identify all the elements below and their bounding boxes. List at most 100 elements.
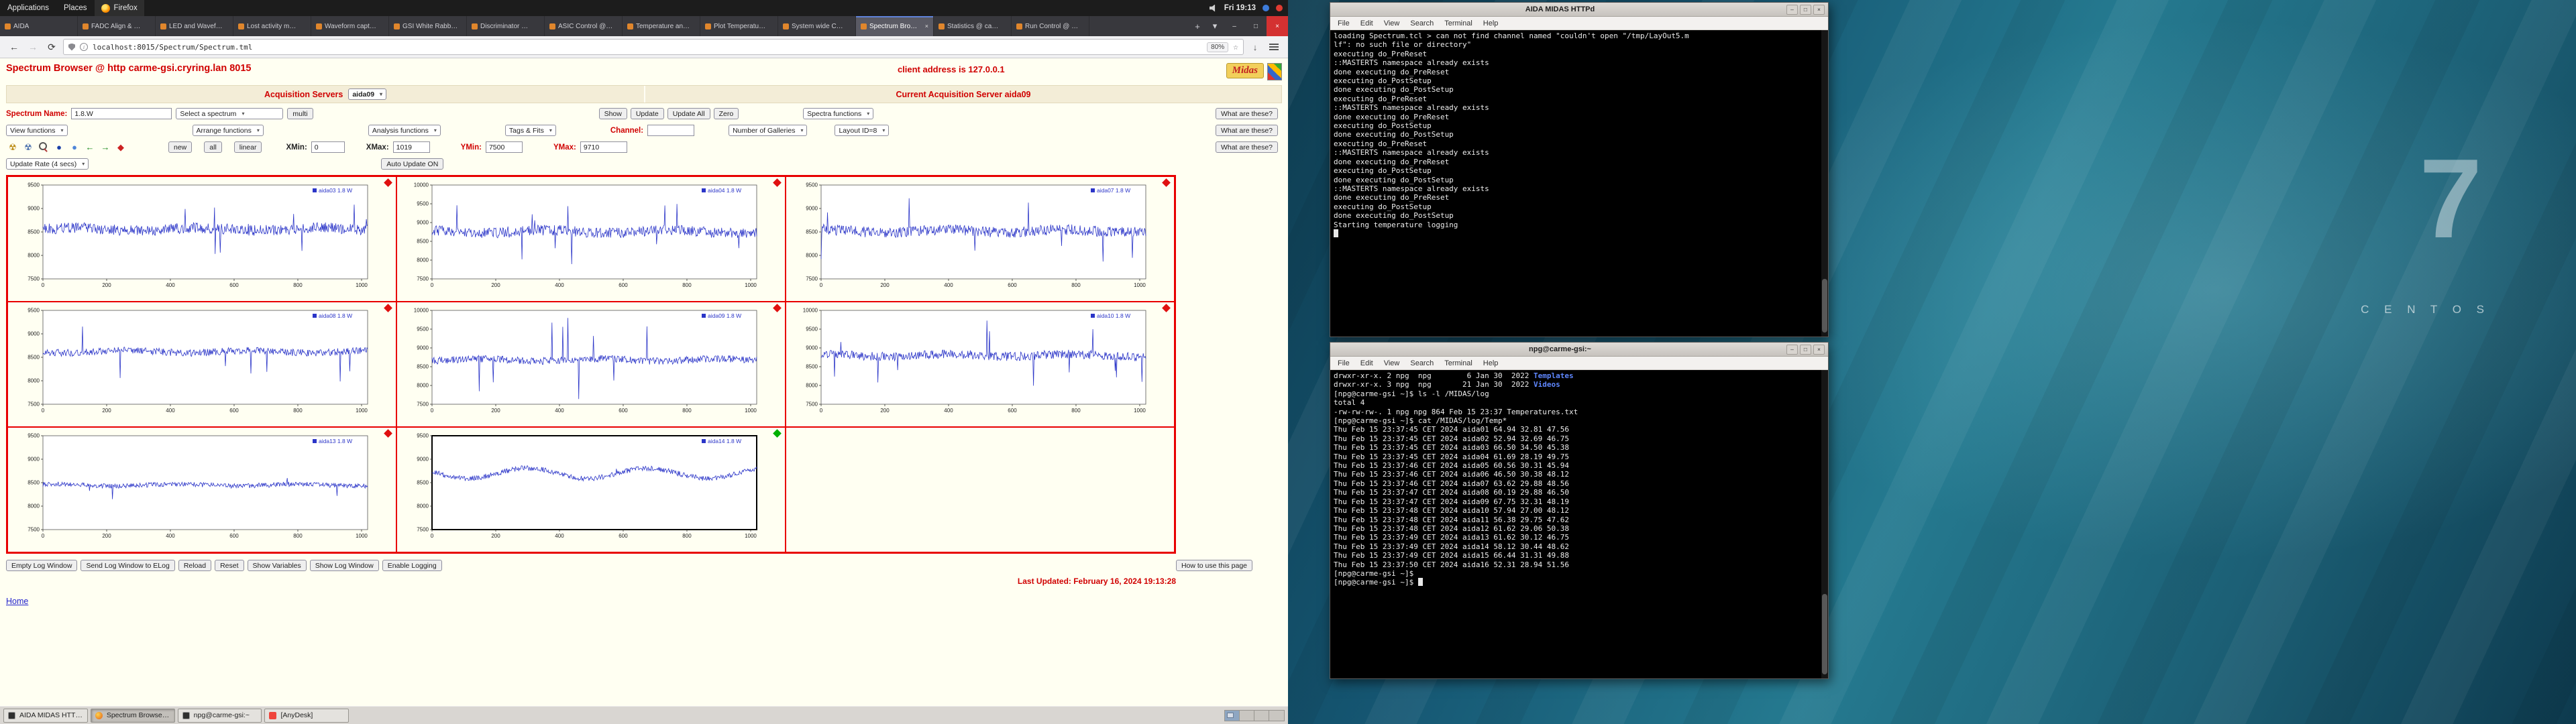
menu-item[interactable]: Terminal bbox=[1439, 19, 1478, 27]
downloads-icon[interactable] bbox=[1248, 40, 1263, 54]
galleries-dropdown[interactable]: Number of Galleries ▾ bbox=[729, 125, 808, 136]
menu-item[interactable]: File bbox=[1332, 19, 1355, 27]
how-to-use-button[interactable]: How to use this page bbox=[1175, 560, 1252, 571]
scrollbar[interactable] bbox=[1821, 30, 1828, 337]
browser-tab[interactable]: Waveform capt… × bbox=[311, 16, 389, 36]
maximize-button[interactable]: □ bbox=[1800, 4, 1811, 15]
menu-item[interactable]: Edit bbox=[1355, 359, 1379, 367]
zoom-reset-icon[interactable]: ◆ bbox=[114, 141, 127, 153]
close-button[interactable]: × bbox=[1813, 4, 1825, 15]
zoom-level[interactable]: 80% bbox=[1207, 42, 1229, 52]
terminal-output[interactable]: drwxr-xr-x. 2 npg npg 6 Jan 30 2022 Temp… bbox=[1330, 370, 1828, 678]
axis-button[interactable]: new bbox=[168, 141, 193, 153]
menu-item[interactable]: Help bbox=[1478, 359, 1504, 367]
browser-tab[interactable]: Statistics @ ca… × bbox=[934, 16, 1012, 36]
forward-icon[interactable]: → bbox=[25, 40, 40, 54]
places-menu[interactable]: Places bbox=[56, 0, 95, 16]
site-info-icon[interactable] bbox=[80, 43, 88, 51]
help-button[interactable]: What are these? bbox=[1215, 141, 1278, 153]
titlebar[interactable]: AIDA MIDAS HTTPd – □ × bbox=[1330, 3, 1828, 17]
workspace-2[interactable] bbox=[1240, 710, 1254, 721]
log-button[interactable]: Show Log Window bbox=[309, 560, 379, 571]
channel-input[interactable] bbox=[647, 125, 695, 136]
back-icon[interactable]: ← bbox=[7, 40, 21, 54]
bookmark-star-icon[interactable] bbox=[1233, 42, 1238, 52]
xmax-input[interactable] bbox=[392, 141, 430, 153]
tags-fits-dropdown[interactable]: Tags & Fits ▾ bbox=[504, 125, 556, 136]
menu-hamburger-icon[interactable] bbox=[1267, 40, 1281, 54]
help-button[interactable]: What are these? bbox=[1215, 108, 1278, 119]
radiation-blue-icon[interactable]: ☢ bbox=[21, 141, 35, 153]
scrollbar[interactable] bbox=[1821, 370, 1828, 678]
update-rate-dropdown[interactable]: Update Rate (4 secs) ▾ bbox=[6, 158, 89, 170]
maximize-button[interactable]: □ bbox=[1800, 344, 1811, 355]
browser-tab[interactable]: GSI White Rabb… × bbox=[389, 16, 467, 36]
globe-dark-icon[interactable]: ● bbox=[52, 141, 66, 153]
xmin-input[interactable] bbox=[311, 141, 345, 153]
list-tabs-icon[interactable]: ▾ bbox=[1206, 16, 1224, 36]
spectra-functions-dropdown[interactable]: Spectra functions ▾ bbox=[803, 108, 874, 119]
arrange-functions-dropdown[interactable]: Arrange functions ▾ bbox=[192, 125, 264, 136]
spectrum-plot-aida03[interactable]: 7500 8000 8500 9000 9500 0 200 400 600 800 1000 aid… bbox=[7, 176, 396, 302]
browser-tab[interactable]: Spectrum Bro… × bbox=[856, 16, 934, 36]
shield-icon[interactable] bbox=[68, 43, 75, 51]
spectrum-plot-aida07[interactable]: 7500 8000 8500 9000 9500 0 200 400 600 800 1000 aid… bbox=[786, 176, 1175, 302]
menu-item[interactable]: View bbox=[1379, 19, 1405, 27]
ymin-input[interactable] bbox=[485, 141, 523, 153]
volume-icon[interactable] bbox=[1209, 4, 1216, 12]
log-button[interactable]: Empty Log Window bbox=[6, 560, 78, 571]
taskbar-window-button[interactable]: [AnyDesk] bbox=[264, 708, 350, 723]
spectrum-plot-aida04[interactable]: 7500 8000 8500 9000 9500 10000 0 200 400 600 800 10… bbox=[396, 176, 786, 302]
minimize-button[interactable]: – bbox=[1786, 4, 1798, 15]
menu-item[interactable]: Search bbox=[1405, 359, 1439, 367]
browser-tab[interactable]: ASIC Control @… × bbox=[545, 16, 623, 36]
log-button[interactable]: Show Variables bbox=[247, 560, 307, 571]
globe-light-icon[interactable]: ● bbox=[68, 141, 81, 153]
taskbar-window-button[interactable]: AIDA MIDAS HTTPd bbox=[3, 708, 88, 723]
menu-item[interactable]: Search bbox=[1405, 19, 1439, 27]
radiation-icon[interactable]: ☢ bbox=[6, 141, 19, 153]
log-button[interactable]: Reload bbox=[178, 560, 212, 571]
address-bar[interactable]: localhost:8015/Spectrum/Spectrum.tml 80% bbox=[63, 39, 1244, 55]
tray-icon-blue[interactable] bbox=[1263, 5, 1269, 11]
titlebar[interactable]: npg@carme-gsi:~ – □ × bbox=[1330, 343, 1828, 357]
spectrum-action-button[interactable]: Show bbox=[598, 108, 627, 119]
workspace-4[interactable] bbox=[1269, 710, 1284, 721]
axis-button[interactable]: all bbox=[204, 141, 222, 153]
close-button[interactable]: × bbox=[1267, 16, 1288, 36]
maximize-button[interactable]: □ bbox=[1245, 16, 1267, 36]
arrow-left-icon[interactable]: ← bbox=[83, 141, 97, 153]
scrollbar-thumb[interactable] bbox=[1822, 594, 1827, 674]
auto-update-button[interactable]: Auto Update ON bbox=[381, 158, 444, 170]
help-button[interactable]: What are these? bbox=[1215, 125, 1278, 136]
acquisition-server-select[interactable]: aida09 ▾ bbox=[348, 88, 387, 100]
analysis-functions-dropdown[interactable]: Analysis functions ▾ bbox=[368, 125, 441, 136]
view-functions-dropdown[interactable]: View functions ▾ bbox=[6, 125, 68, 136]
minimize-button[interactable]: – bbox=[1786, 344, 1798, 355]
browser-tab[interactable]: Plot Temperatu… × bbox=[700, 16, 778, 36]
log-button[interactable]: Reset bbox=[215, 560, 244, 571]
scrollbar-thumb[interactable] bbox=[1822, 279, 1827, 333]
applications-menu[interactable]: Applications bbox=[0, 0, 56, 16]
select-spectrum-dropdown[interactable]: Select a spectrum ▾ bbox=[176, 108, 284, 119]
spectrum-plot-aida10[interactable]: 7500 8000 8500 9000 9500 10000 0 200 400 600 800 10… bbox=[786, 302, 1175, 427]
reload-icon[interactable]: ⟳ bbox=[44, 40, 59, 54]
menu-item[interactable]: Edit bbox=[1355, 19, 1379, 27]
menu-item[interactable]: Help bbox=[1478, 19, 1504, 27]
spectrum-plot-aida09[interactable]: 7500 8000 8500 9000 9500 10000 0 200 400 600 800 10… bbox=[396, 302, 786, 427]
browser-tab[interactable]: Temperature an… × bbox=[623, 16, 700, 36]
taskbar-window-button[interactable]: Spectrum Browser @ carme-g… bbox=[90, 708, 175, 723]
browser-tab[interactable]: Lost activity m… × bbox=[233, 16, 311, 36]
browser-tab[interactable]: System wide C… × bbox=[778, 16, 856, 36]
menu-item[interactable]: Terminal bbox=[1439, 359, 1478, 367]
spectrum-action-button[interactable]: Update bbox=[630, 108, 664, 119]
menu-item[interactable]: File bbox=[1332, 359, 1355, 367]
tray-icon-red[interactable] bbox=[1276, 5, 1283, 11]
spectrum-name-input[interactable] bbox=[71, 108, 172, 119]
menu-item[interactable]: View bbox=[1379, 359, 1405, 367]
axis-button[interactable]: linear bbox=[233, 141, 262, 153]
close-button[interactable]: × bbox=[1813, 344, 1825, 355]
browser-tab[interactable]: Run Control @ … × bbox=[1012, 16, 1089, 36]
new-tab-button[interactable]: + bbox=[1189, 16, 1206, 36]
browser-tab[interactable]: FADC Align & … × bbox=[78, 16, 156, 36]
